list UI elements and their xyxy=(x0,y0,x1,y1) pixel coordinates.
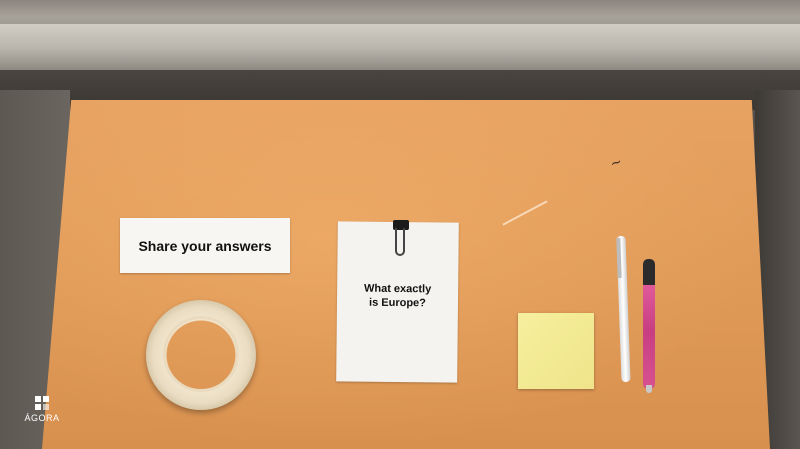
agora-logo: ÁGORA xyxy=(22,396,62,426)
sticky-note-pad xyxy=(518,313,594,389)
pink-pen xyxy=(643,259,655,389)
question-text: What exactly is Europe? xyxy=(337,281,458,310)
agora-logo-icon xyxy=(35,396,49,410)
question-line-1: What exactly xyxy=(363,282,432,296)
tape-core xyxy=(163,316,239,392)
card-text: Share your answers xyxy=(138,237,272,254)
logo-text: ÁGORA xyxy=(24,413,60,423)
wall-ledge-face xyxy=(0,24,800,70)
pink-pen-tip xyxy=(646,385,652,393)
binder-clip-wire xyxy=(395,228,405,256)
question-line-2: is Europe? xyxy=(369,296,426,310)
share-answers-card: Share your answers xyxy=(120,218,290,273)
